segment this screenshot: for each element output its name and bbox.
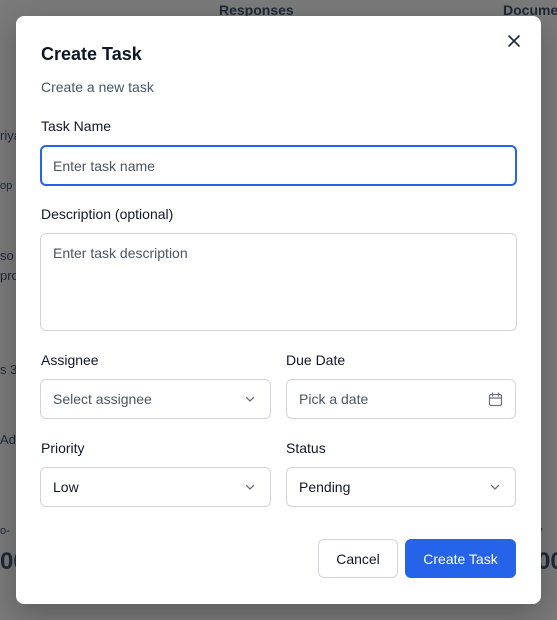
description-label: Description (optional)	[41, 206, 174, 222]
due-date-placeholder: Pick a date	[299, 391, 369, 407]
chevron-down-icon	[242, 391, 258, 407]
dialog-subtitle: Create a new task	[41, 79, 154, 95]
priority-label: Priority	[41, 440, 85, 456]
task-name-label: Task Name	[41, 118, 112, 134]
task-name-input[interactable]: Enter task name	[40, 145, 517, 186]
description-placeholder: Enter task description	[53, 245, 188, 261]
chevron-down-icon	[487, 479, 503, 495]
close-icon	[508, 35, 520, 47]
close-button[interactable]	[505, 32, 523, 50]
dialog-title: Create Task	[41, 44, 142, 64]
priority-value: Low	[53, 479, 79, 495]
bg-text-fragment: Ad	[0, 432, 16, 447]
description-textarea[interactable]: Enter task description	[40, 233, 517, 331]
bg-text-fragment: o-	[0, 525, 10, 537]
status-value: Pending	[299, 479, 351, 495]
cancel-button[interactable]: Cancel	[318, 539, 398, 578]
chevron-down-icon	[242, 479, 258, 495]
calendar-icon	[487, 391, 503, 407]
assignee-select[interactable]: Select assignee	[40, 379, 271, 419]
priority-select[interactable]: Low	[40, 467, 271, 507]
create-task-dialog: Create Task Create a new task Task Name …	[16, 16, 541, 604]
due-date-label: Due Date	[286, 352, 346, 368]
bg-text-fragment: s 3	[0, 362, 18, 377]
status-select[interactable]: Pending	[286, 467, 516, 507]
bg-text-fragment: op	[0, 180, 13, 192]
task-name-placeholder: Enter task name	[53, 157, 155, 174]
due-date-picker[interactable]: Pick a date	[286, 379, 516, 419]
create-task-button[interactable]: Create Task	[405, 539, 516, 578]
assignee-placeholder: Select assignee	[53, 391, 152, 407]
bg-text-fragment: so	[0, 248, 14, 263]
assignee-label: Assignee	[41, 352, 99, 368]
status-label: Status	[286, 440, 326, 456]
